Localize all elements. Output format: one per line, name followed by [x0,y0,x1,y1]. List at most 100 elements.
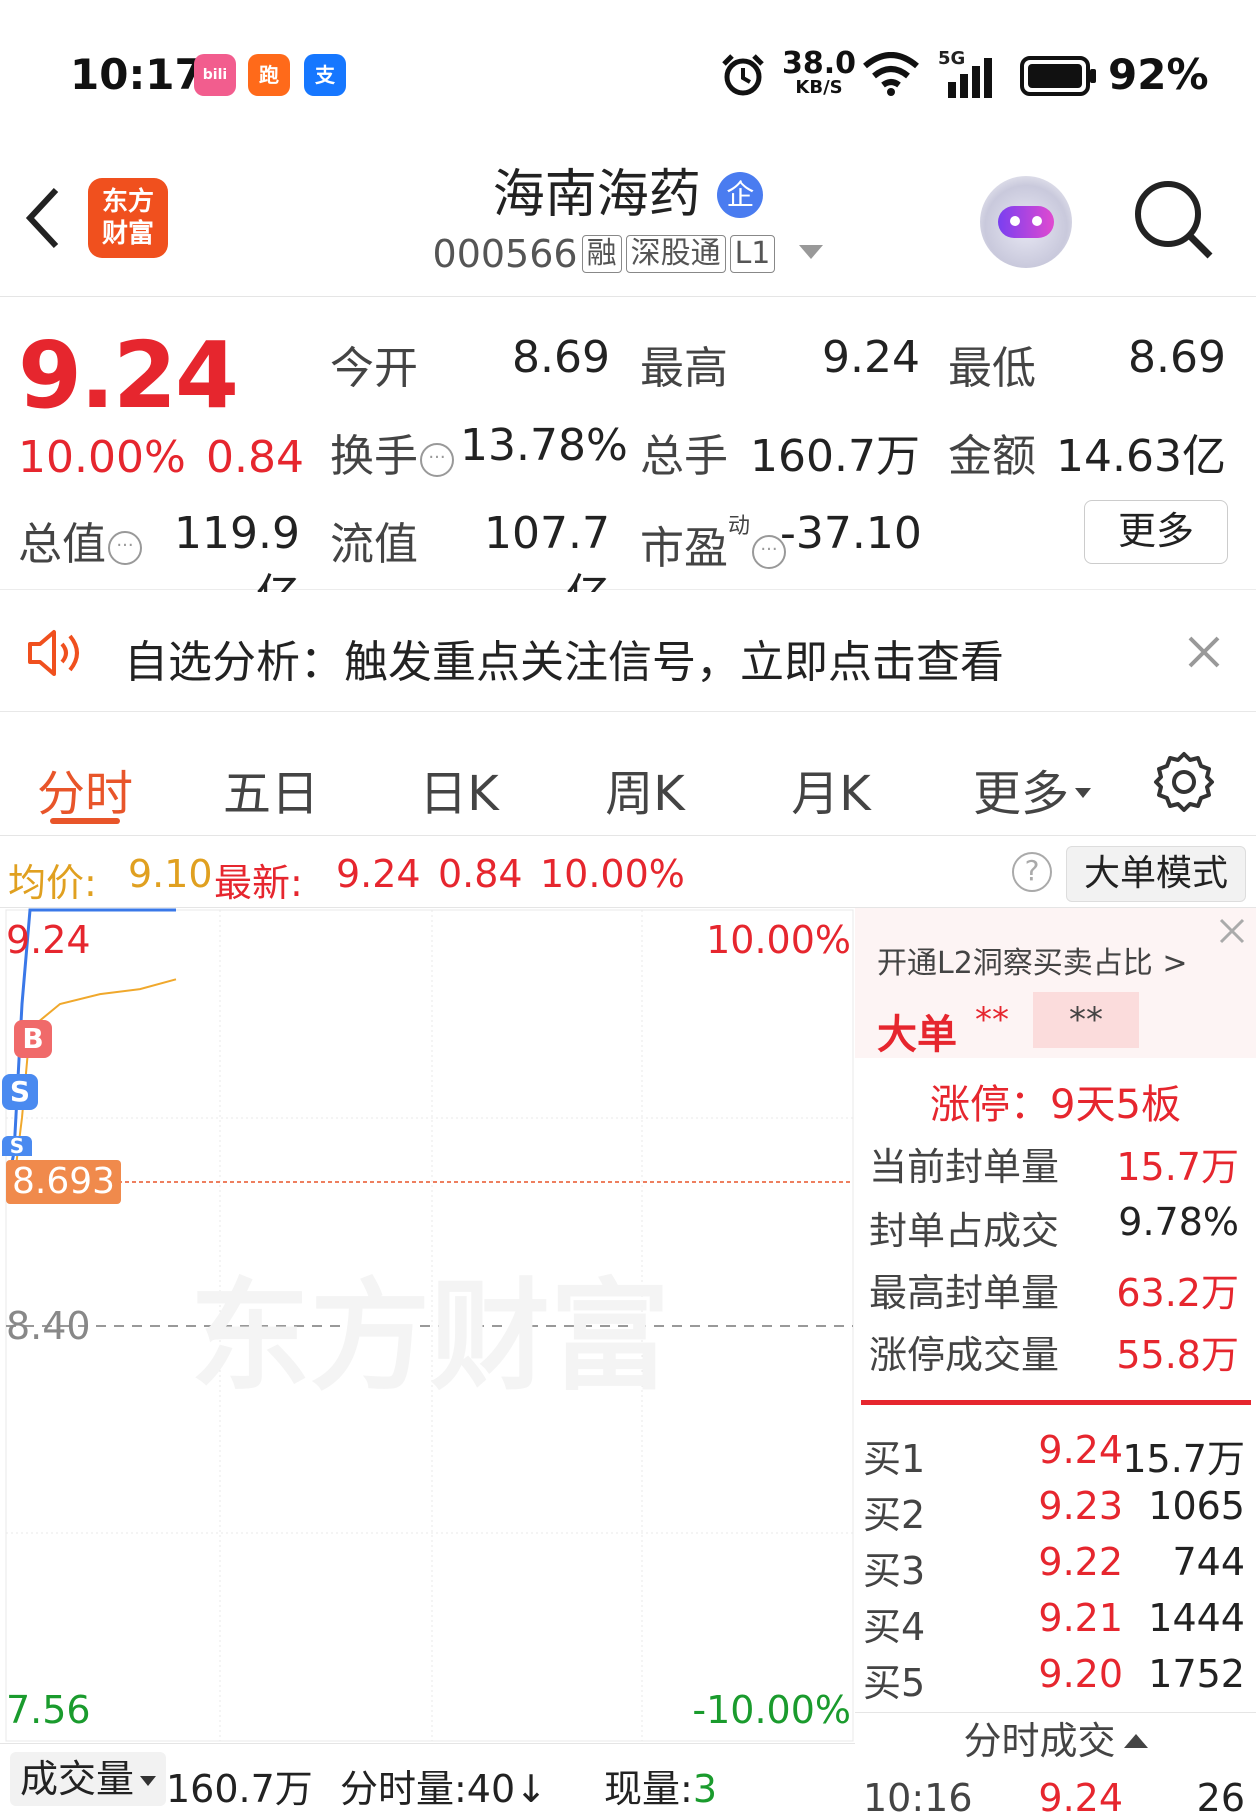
tab-active-indicator [50,818,120,824]
high-value: 9.24 [822,332,920,383]
open-value: 8.69 [512,332,610,383]
level-tag: L1 [729,235,776,273]
avg-value: 9.10 [128,852,213,896]
connect-tag: 深股通 [625,235,726,273]
chart-svg: 东方财富 [5,908,854,1742]
minute-volume: 分时量:40↓ [340,1767,548,1811]
wifi-icon [863,52,919,96]
amount-value: 14.63亿 [1056,431,1226,482]
search-icon[interactable] [1130,176,1216,262]
low-value: 8.69 [1128,332,1226,383]
margin-tag: 融 [581,235,622,273]
change-amount: 0.84 [206,432,304,483]
tab-minute[interactable]: 分时 [30,754,140,824]
y-top-pct-label: 10.00% [706,918,851,962]
turnover-label: 换手 ··· [330,420,454,484]
latest-label: 最新: [214,861,303,905]
chart-watermark: 东方财富 [190,1268,670,1407]
notice-text: 自选分析：触发重点关注信号，立即点击查看 [124,637,1004,688]
order-book-row: 买3 9.22 744 [863,1540,1245,1593]
speaker-icon [28,630,79,676]
float-label: 流值 [330,519,418,570]
close-icon[interactable] [1186,634,1222,670]
side-panel: 开通L2洞察买卖占比 > 大单 ** ** 涨停：9天5板 当前封单量 15.7万… [855,908,1256,1813]
tick-row: 10:16 9.24 26 [863,1776,1245,1813]
big-order-value: ** [975,1000,1009,1040]
pe-value: -37.10 [780,508,922,559]
tab-weekly-k[interactable]: 周K [590,754,700,824]
caret-down-icon [140,1776,157,1786]
divider [861,1400,1251,1405]
more-button[interactable]: 更多 [1084,500,1228,564]
stock-header: 东方 财富 海南海药 企 000566 融深股通 L1 [0,140,1256,297]
quote-panel: 9.24 10.00% 0.84 今开 8.69 最高 9.24 最低 8.69… [0,298,1256,621]
info-dots-icon[interactable]: ··· [420,443,454,477]
y-top-label: 9.24 [6,918,91,962]
low-label: 最低 [948,343,1036,394]
caret-down-icon [1075,788,1091,798]
l2-link[interactable]: 开通L2洞察买卖占比 > [877,938,1187,982]
turnover-value: 13.78% [460,420,628,471]
total-volume: 160.7万 [166,1767,313,1811]
volume-selector[interactable]: 成交量 [10,1752,167,1806]
volume-bar: 成交量 160.7万 分时量:40↓ 现量:3 [0,1743,855,1813]
gear-icon[interactable] [1152,750,1216,814]
l2-banner[interactable]: 开通L2洞察买卖占比 > 大单 ** ** [855,908,1256,1058]
sell-marker[interactable]: S [2,1136,32,1156]
order-book-row: 买5 9.20 1752 [863,1652,1245,1705]
caret-up-icon [1123,1734,1148,1748]
stock-code: 000566 [432,232,578,276]
latest-value: 9.24 [336,852,421,896]
volume-label: 总手 [640,431,728,482]
intraday-chart[interactable]: 东方财富 9.24 10.00% 8.40 7.56 -10.00% 8.693… [0,908,855,1743]
order-book-row: 买2 9.23 1065 [863,1484,1245,1537]
high-label: 最高 [640,343,728,394]
info-dots-icon[interactable]: ··· [108,531,142,565]
alipay-app-icon: 支 [304,54,346,96]
runner-app-icon: 跑 [248,54,290,96]
avg-label: 均价: [8,861,97,905]
battery-percent: 92% [1108,50,1209,99]
big-order-value-2: ** [1033,992,1139,1048]
alarm-icon [722,54,764,96]
stock-name: 海南海药 [492,165,701,225]
enterprise-badge: 企 [717,172,764,218]
order-book-row: 买1 9.24 15.7万 [863,1428,1245,1481]
current-volume: 现量:3 [604,1767,717,1811]
dropdown-arrow-icon[interactable] [799,245,824,259]
open-price-tag: 8.693 [6,1160,122,1204]
chart-tabs: 分时 五日 日K 周K 月K 更多 [0,714,1256,836]
latest-change: 0.84 [438,852,523,896]
status-time: 10:17 [70,50,204,99]
signal-icon [948,58,992,98]
current-price: 9.24 [18,322,239,429]
big-order-label: 大单 [877,1012,957,1058]
buy-marker[interactable]: B [14,1020,52,1058]
pe-label: 市盈动··· [640,508,787,576]
y-mid-label: 8.40 [6,1304,91,1348]
big-order-mode-button[interactable]: 大单模式 [1066,846,1246,902]
close-icon[interactable] [1217,916,1247,946]
arrow-down-icon: ↓ [515,1767,548,1811]
change-percent: 10.00% [18,432,186,483]
battery-icon [1020,56,1096,96]
tab-more[interactable]: 更多 [962,754,1102,824]
y-bottom-label: 7.56 [6,1688,91,1732]
order-book-row: 买4 9.21 1444 [863,1596,1245,1649]
limit-up-info: 涨停：9天5板 [930,1082,1181,1128]
tab-monthly-k[interactable]: 月K [776,754,886,824]
amount-label: 金额 [948,431,1036,482]
help-icon[interactable]: ? [1012,852,1052,892]
volume-value: 160.7万 [750,431,920,482]
sell-marker[interactable]: S [2,1074,38,1110]
robot-avatar-icon[interactable] [980,176,1072,268]
open-label: 今开 [330,343,418,394]
notice-banner[interactable]: 自选分析：触发重点关注信号，立即点击查看 [0,592,1256,712]
ticks-header[interactable]: 分时成交 [855,1712,1256,1768]
tab-five-day[interactable]: 五日 [216,754,326,824]
price-info-row: 均价: 9.10 最新: 9.24 0.84 10.00% ? 大单模式 [0,838,1256,908]
tab-daily-k[interactable]: 日K [404,754,514,824]
latest-change-pct: 10.00% [540,852,685,896]
mcap-label: 总值 ··· [18,508,142,572]
status-bar: 10:17 bili 跑 支 38.0 KB/S 5G 92% [0,0,1256,140]
